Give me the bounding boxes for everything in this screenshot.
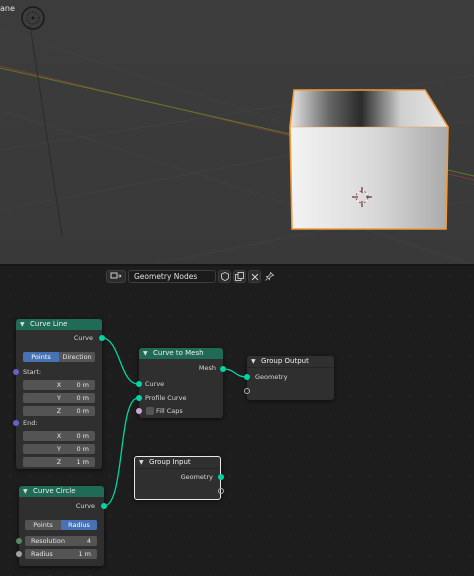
mode-radius-option[interactable]: Radius	[61, 520, 97, 530]
node-title: Curve Circle	[33, 487, 76, 495]
input-resolution-socket[interactable]	[16, 538, 22, 544]
curve-line-node[interactable]: ▼ Curve Line Curve Points Direction Star…	[13, 319, 105, 469]
start-y-field[interactable]: Y 0 m	[23, 393, 95, 403]
cube-object	[289, 89, 449, 230]
viewport-scene	[0, 24, 474, 265]
radius-field[interactable]: Radius 1 m	[25, 549, 97, 559]
node-editor[interactable]: Geometry Nodes ▼ Curve Line Curve Points…	[0, 266, 474, 576]
resolution-field[interactable]: Resolution 4	[25, 536, 97, 546]
output-curve-label: Curve	[75, 502, 95, 510]
output-mesh-socket[interactable]	[220, 366, 226, 372]
collapse-chevron-icon[interactable]: ▼	[139, 457, 144, 468]
end-x-field[interactable]: X 0 m	[23, 431, 95, 441]
start-z-field[interactable]: Z 0 m	[23, 406, 95, 416]
end-z-field[interactable]: Z 1 m	[23, 457, 95, 467]
node-title: Curve to Mesh	[153, 349, 204, 357]
output-curve-socket[interactable]	[99, 335, 105, 341]
node-header[interactable]: ▼ Group Output	[247, 356, 334, 368]
mode-points-option[interactable]: Points	[23, 352, 59, 362]
node-header[interactable]: ▼ Curve Line	[16, 319, 102, 330]
output-empty-socket[interactable]	[218, 488, 224, 494]
input-start-socket[interactable]	[13, 369, 19, 375]
input-curve-socket[interactable]	[136, 381, 142, 387]
node-header[interactable]: ▼ Curve to Mesh	[139, 348, 223, 359]
node-title: Group Output	[261, 357, 309, 365]
link-curve-line-to-curve	[101, 337, 139, 385]
group-output-node[interactable]: ▼ Group Output Geometry	[244, 356, 334, 400]
output-curve-label: Curve	[73, 334, 93, 342]
start-label: Start:	[23, 368, 42, 376]
output-curve-socket[interactable]	[101, 503, 107, 509]
start-x-field[interactable]: X 0 m	[23, 380, 95, 390]
fill-caps-checkbox[interactable]	[146, 407, 154, 415]
input-geometry-socket[interactable]	[244, 374, 250, 380]
curve-circle-node[interactable]: ▼ Curve Circle Curve Points Radius Resol…	[16, 486, 107, 566]
input-geometry-label: Geometry	[255, 373, 288, 381]
input-empty-socket[interactable]	[244, 388, 250, 394]
end-y-field[interactable]: Y 0 m	[23, 444, 95, 454]
input-end-socket[interactable]	[13, 420, 19, 426]
group-input-node[interactable]: ▼ Group Input Geometry	[134, 456, 224, 500]
light-gizmo-icon[interactable]	[20, 5, 46, 31]
input-radius-socket[interactable]	[16, 551, 22, 557]
input-profile-curve-socket[interactable]	[136, 395, 142, 401]
fill-caps-label: Fill Caps	[156, 407, 183, 415]
collapse-chevron-icon[interactable]: ▼	[251, 356, 256, 367]
link-curve-circle-to-profile	[103, 397, 139, 507]
input-profile-curve-label: Profile Curve	[145, 394, 187, 402]
node-header[interactable]: ▼ Group Input	[135, 457, 220, 469]
collapse-chevron-icon[interactable]: ▼	[23, 486, 28, 497]
collapse-chevron-icon[interactable]: ▼	[20, 319, 25, 330]
output-mesh-label: Mesh	[198, 364, 216, 372]
mode-selector[interactable]: Points Radius	[25, 520, 97, 530]
input-curve-label: Curve	[145, 380, 165, 388]
mode-direction-option[interactable]: Direction	[59, 352, 95, 362]
collapse-chevron-icon[interactable]: ▼	[143, 348, 148, 359]
node-title: Group Input	[149, 458, 191, 466]
mode-selector[interactable]: Points Direction	[23, 352, 95, 362]
3d-viewport[interactable]: ane	[0, 0, 474, 265]
end-label: End:	[23, 419, 38, 427]
curve-to-mesh-node[interactable]: ▼ Curve to Mesh Mesh Curve Profile Curve…	[136, 348, 226, 418]
node-title: Curve Line	[30, 320, 68, 328]
output-geometry-label: Geometry	[180, 473, 213, 481]
input-fill-caps-socket[interactable]	[136, 408, 142, 414]
output-geometry-socket[interactable]	[218, 474, 224, 480]
mode-points-option[interactable]: Points	[25, 520, 61, 530]
node-header[interactable]: ▼ Curve Circle	[19, 486, 104, 497]
